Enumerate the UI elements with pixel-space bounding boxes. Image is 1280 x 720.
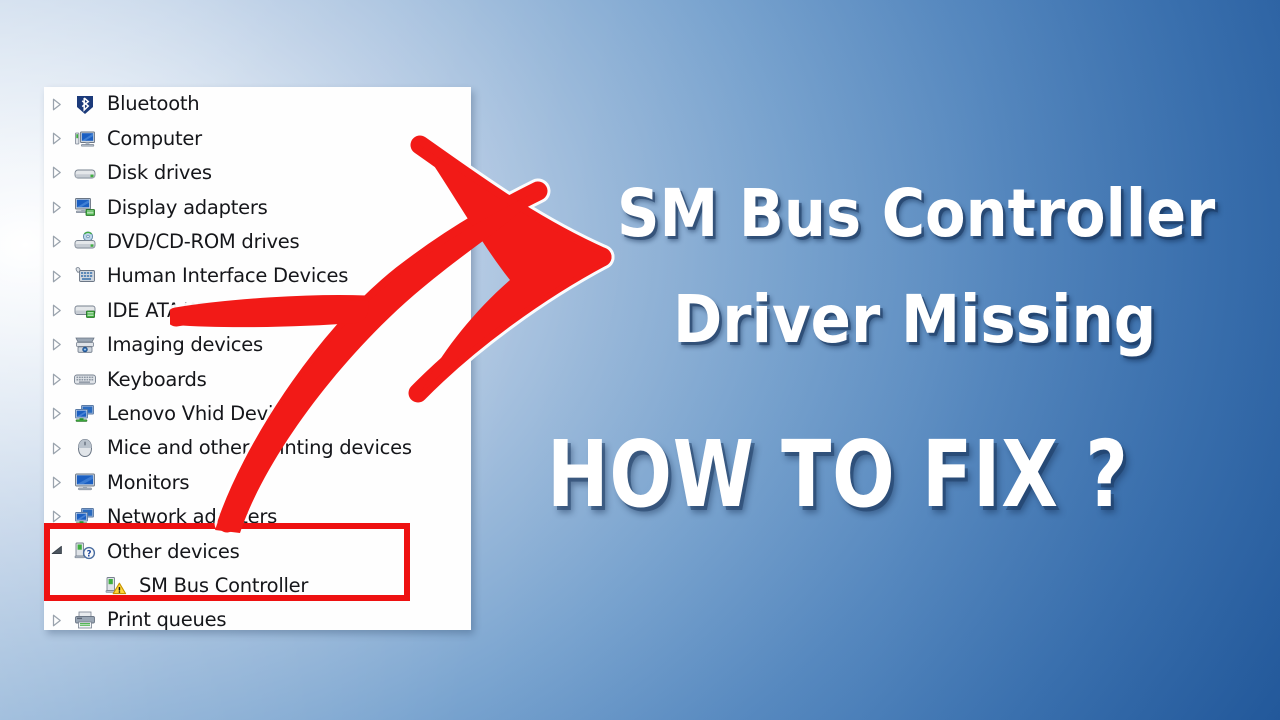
network-device-icon — [70, 403, 100, 425]
expander-expanded-icon[interactable] — [44, 545, 70, 557]
device-tree-label: Other devices — [107, 539, 240, 563]
computer-icon — [70, 128, 100, 150]
monitor-icon — [70, 471, 100, 493]
device-tree-label: IDE ATA/ATAPI controllers — [107, 298, 345, 322]
svg-text:?: ? — [87, 549, 92, 559]
device-tree-label: SM Bus Controller — [139, 573, 309, 597]
device-tree-row[interactable]: Mice and other pointing devices — [44, 431, 471, 465]
device-tree-row[interactable]: Imaging devices — [44, 328, 471, 362]
device-tree-row[interactable]: Computer — [44, 121, 471, 155]
expander-collapsed-icon[interactable] — [44, 166, 70, 179]
device-tree-label: Computer — [107, 126, 202, 150]
device-tree-row[interactable]: Print queues — [44, 603, 471, 637]
device-tree-label: Print queues — [107, 608, 227, 632]
expander-collapsed-icon[interactable] — [44, 132, 70, 145]
expander-collapsed-icon[interactable] — [44, 201, 70, 214]
disk-drive-icon — [70, 162, 100, 184]
headline-line-3: HOW TO FIX ? — [547, 421, 1129, 528]
device-tree-label: Display adapters — [107, 195, 268, 219]
device-tree-label: Human Interface Devices — [107, 264, 349, 288]
device-tree-row[interactable]: Monitors — [44, 465, 471, 499]
expander-collapsed-icon[interactable] — [44, 270, 70, 283]
expander-collapsed-icon[interactable] — [44, 338, 70, 351]
device-tree-label: DVD/CD-ROM drives — [107, 230, 300, 253]
device-tree-row[interactable]: Network adapters — [44, 500, 471, 534]
expander-collapsed-icon[interactable] — [44, 304, 70, 317]
bluetooth-icon — [70, 93, 100, 115]
device-tree-label: Keyboards — [107, 367, 207, 391]
expander-collapsed-icon[interactable] — [44, 442, 70, 455]
device-manager-panel: Bluetooth Computer Disk drives Display adap… — [44, 87, 471, 630]
imaging-device-icon — [70, 334, 100, 356]
expander-collapsed-icon[interactable] — [44, 373, 70, 386]
device-tree-row[interactable]: DVD/CD-ROM drives — [44, 225, 471, 259]
device-tree-label: Disk drives — [107, 161, 212, 185]
device-tree-row[interactable]: Display adapters — [44, 190, 471, 224]
device-tree-row[interactable]: Lenovo Vhid Device — [44, 397, 471, 431]
expander-collapsed-icon[interactable] — [44, 476, 70, 489]
device-tree-label: Monitors — [107, 470, 190, 494]
device-tree-row[interactable]: Keyboards — [44, 362, 471, 396]
headline-line-2: Driver Missing — [673, 281, 1157, 358]
dvd-drive-icon — [70, 231, 100, 253]
mouse-icon — [70, 437, 100, 459]
device-tree-label: Imaging devices — [107, 333, 263, 357]
unknown-device-icon: ? — [70, 540, 100, 562]
ide-controller-icon — [70, 300, 100, 322]
device-tree-row[interactable]: Disk drives — [44, 156, 471, 190]
device-tree-row[interactable]: SM Bus Controller — [44, 568, 471, 602]
expander-collapsed-icon[interactable] — [44, 510, 70, 523]
device-tree-label: Network adapters — [107, 505, 278, 529]
expander-collapsed-icon[interactable] — [44, 98, 70, 111]
device-tree-label: Bluetooth — [107, 92, 200, 116]
device-tree-row[interactable]: ? Other devices — [44, 534, 471, 568]
device-tree-row[interactable]: Bluetooth — [44, 87, 471, 121]
device-tree[interactable]: Bluetooth Computer Disk drives Display adap… — [44, 87, 471, 637]
keyboard-icon — [70, 368, 100, 390]
network-adapter-icon — [70, 506, 100, 528]
display-adapter-icon — [70, 196, 100, 218]
printer-icon — [70, 609, 100, 631]
device-tree-row[interactable]: IDE ATA/ATAPI controllers — [44, 293, 471, 327]
expander-collapsed-icon[interactable] — [44, 235, 70, 248]
warning-device-icon — [100, 575, 132, 597]
expander-collapsed-icon[interactable] — [44, 407, 70, 420]
thumbnail-canvas: Bluetooth Computer Disk drives Display adap… — [0, 0, 1280, 720]
device-tree-row[interactable]: Human Interface Devices — [44, 259, 471, 293]
hid-icon — [70, 265, 100, 287]
device-tree-label: Mice and other pointing devices — [107, 436, 412, 460]
device-tree-label: Lenovo Vhid Device — [107, 401, 296, 425]
headline-line-1: SM Bus Controller — [617, 175, 1216, 252]
expander-collapsed-icon[interactable] — [44, 614, 70, 627]
